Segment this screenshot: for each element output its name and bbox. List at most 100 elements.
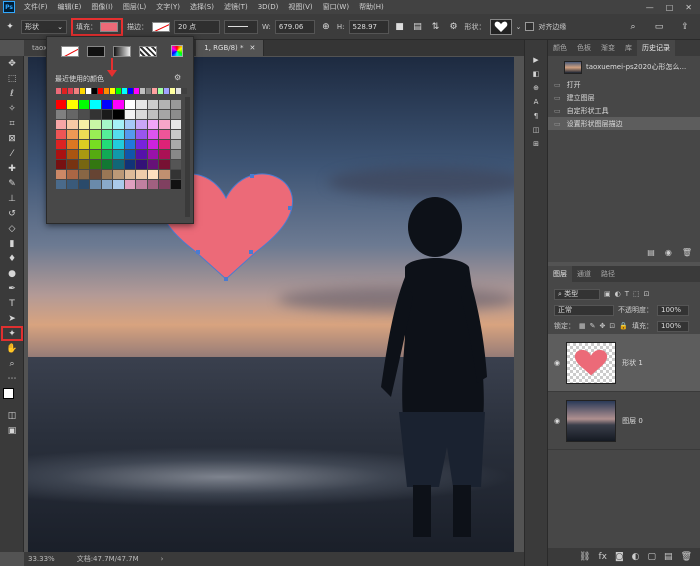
color-swatch[interactable] <box>78 110 90 119</box>
color-swatch[interactable] <box>170 160 181 169</box>
color-swatch[interactable] <box>56 160 67 169</box>
stroke-width-field[interactable]: 20 点 <box>174 19 220 34</box>
adjustments-icon[interactable]: ◧ <box>533 70 540 78</box>
pen-tool-icon[interactable]: ✒ <box>1 281 23 296</box>
eyedropper-tool-icon[interactable]: ⁄ <box>1 146 23 161</box>
paragraph-icon[interactable]: ¶ <box>534 112 538 120</box>
history-step[interactable]: ▭ 建立图层 <box>548 91 700 104</box>
filter-pixel-icon[interactable]: ▣ <box>604 290 611 298</box>
recent-color-swatch[interactable] <box>104 88 109 94</box>
color-swatch[interactable] <box>101 130 113 139</box>
recent-color-swatch[interactable] <box>146 88 151 94</box>
anchor-point[interactable] <box>250 174 254 178</box>
color-swatch[interactable] <box>170 100 181 109</box>
color-swatch[interactable] <box>147 150 159 159</box>
channels-icon[interactable]: ⊞ <box>533 140 539 148</box>
color-swatch[interactable] <box>56 150 67 159</box>
workspace-icon[interactable]: ▭ <box>652 20 666 34</box>
screen-mode-icon[interactable]: ▣ <box>1 423 23 438</box>
color-swatch[interactable] <box>113 100 124 109</box>
filter-type-icon[interactable]: T <box>625 290 629 298</box>
color-swatch[interactable] <box>78 130 90 139</box>
color-swatch[interactable] <box>170 150 181 159</box>
color-swatch[interactable] <box>90 130 101 139</box>
tab-paths[interactable]: 路径 <box>596 266 620 282</box>
gradient-tool-icon[interactable]: ▮ <box>1 236 23 251</box>
trash-icon[interactable]: 🗑 <box>681 552 692 562</box>
color-swatch[interactable] <box>56 170 67 179</box>
lock-paint-icon[interactable]: ✎ <box>590 322 596 330</box>
tab-layers[interactable]: 图层 <box>548 266 572 282</box>
color-swatch[interactable] <box>147 100 159 109</box>
color-swatch[interactable] <box>147 170 159 179</box>
color-swatch[interactable] <box>124 140 136 149</box>
history-brush-tool-icon[interactable]: ↺ <box>1 206 23 221</box>
color-swatch[interactable] <box>124 170 136 179</box>
maximize-button[interactable]: □ <box>666 3 674 12</box>
recent-color-swatch[interactable] <box>182 88 187 94</box>
menu-file[interactable]: 文件(F) <box>19 2 53 12</box>
recent-color-swatch[interactable] <box>74 88 79 94</box>
color-swatch[interactable] <box>113 160 124 169</box>
adjustment-layer-icon[interactable]: ◐ <box>632 552 640 562</box>
color-swatch[interactable] <box>136 140 147 149</box>
chevron-down-icon[interactable]: ⌄ <box>516 23 522 31</box>
color-swatch[interactable] <box>90 120 101 129</box>
layer-name[interactable]: 形状 1 <box>622 358 643 368</box>
hand-tool-icon[interactable]: ✋ <box>1 341 23 356</box>
character-icon[interactable]: A <box>534 98 539 106</box>
zoom-level[interactable]: 33.33% <box>28 555 55 563</box>
history-step-current[interactable]: ▭ 设置形状图层描边 <box>548 117 700 130</box>
camera-icon[interactable]: ◉ <box>665 248 672 262</box>
recent-color-swatch[interactable] <box>92 88 97 94</box>
history-step[interactable]: ▭ 自定形状工具 <box>548 104 700 117</box>
glyphs-icon[interactable]: ◫ <box>533 126 540 134</box>
eye-icon[interactable]: ◉ <box>554 417 560 425</box>
color-swatch[interactable] <box>90 100 101 109</box>
doc-tab-active[interactable]: 1, RGB/8) * ✕ <box>196 40 265 56</box>
shape-picker[interactable] <box>489 18 512 35</box>
custom-shape-tool-icon[interactable]: ✦ <box>1 326 23 341</box>
recent-color-swatch[interactable] <box>98 88 103 94</box>
recent-color-swatch[interactable] <box>176 88 181 94</box>
color-swatch[interactable] <box>78 180 90 189</box>
color-swatch[interactable] <box>113 140 124 149</box>
color-swatch[interactable] <box>136 150 147 159</box>
lasso-tool-icon[interactable]: ℓ <box>1 86 23 101</box>
swatch-scrollbar[interactable] <box>185 97 190 217</box>
color-swatch[interactable] <box>124 100 136 109</box>
menu-edit[interactable]: 编辑(E) <box>53 2 87 12</box>
color-swatch[interactable] <box>124 120 136 129</box>
blur-tool-icon[interactable]: ♦ <box>1 251 23 266</box>
recent-color-swatch[interactable] <box>170 88 175 94</box>
properties-icon[interactable]: ⊕ <box>533 84 539 92</box>
color-swatch[interactable] <box>101 100 113 109</box>
path-select-tool-icon[interactable]: ➤ <box>1 311 23 326</box>
color-swatch[interactable] <box>78 160 90 169</box>
layer-filter-select[interactable]: ⌕ 类型 <box>554 288 600 300</box>
recent-color-swatch[interactable] <box>56 88 61 94</box>
anchor-point[interactable] <box>288 206 292 210</box>
opacity-field[interactable]: 100% <box>657 304 689 316</box>
tab-color[interactable]: 颜色 <box>548 40 572 56</box>
minimize-button[interactable]: — <box>646 3 654 12</box>
fill-color-swatch[interactable] <box>100 21 118 32</box>
color-swatch[interactable] <box>113 120 124 129</box>
color-swatch[interactable] <box>78 120 90 129</box>
chevron-right-icon[interactable]: › <box>161 555 164 563</box>
color-swatch[interactable] <box>56 120 67 129</box>
recent-color-swatch[interactable] <box>116 88 121 94</box>
more-tools-icon[interactable]: ⋯ <box>1 371 23 386</box>
custom-shape-tool-icon[interactable]: ✦ <box>3 20 17 34</box>
history-step[interactable]: ▭ 打开 <box>548 78 700 91</box>
color-swatch[interactable] <box>170 130 181 139</box>
path-operations-icon[interactable]: ■ <box>393 20 407 34</box>
move-tool-icon[interactable]: ✥ <box>1 56 23 71</box>
color-swatch[interactable] <box>159 120 170 129</box>
color-swatch[interactable] <box>147 180 159 189</box>
filter-smart-icon[interactable]: ⊡ <box>644 290 650 298</box>
align-edges-checkbox[interactable] <box>525 22 535 31</box>
color-swatch[interactable] <box>90 140 101 149</box>
recent-color-swatch[interactable] <box>158 88 163 94</box>
color-swatch[interactable] <box>147 130 159 139</box>
